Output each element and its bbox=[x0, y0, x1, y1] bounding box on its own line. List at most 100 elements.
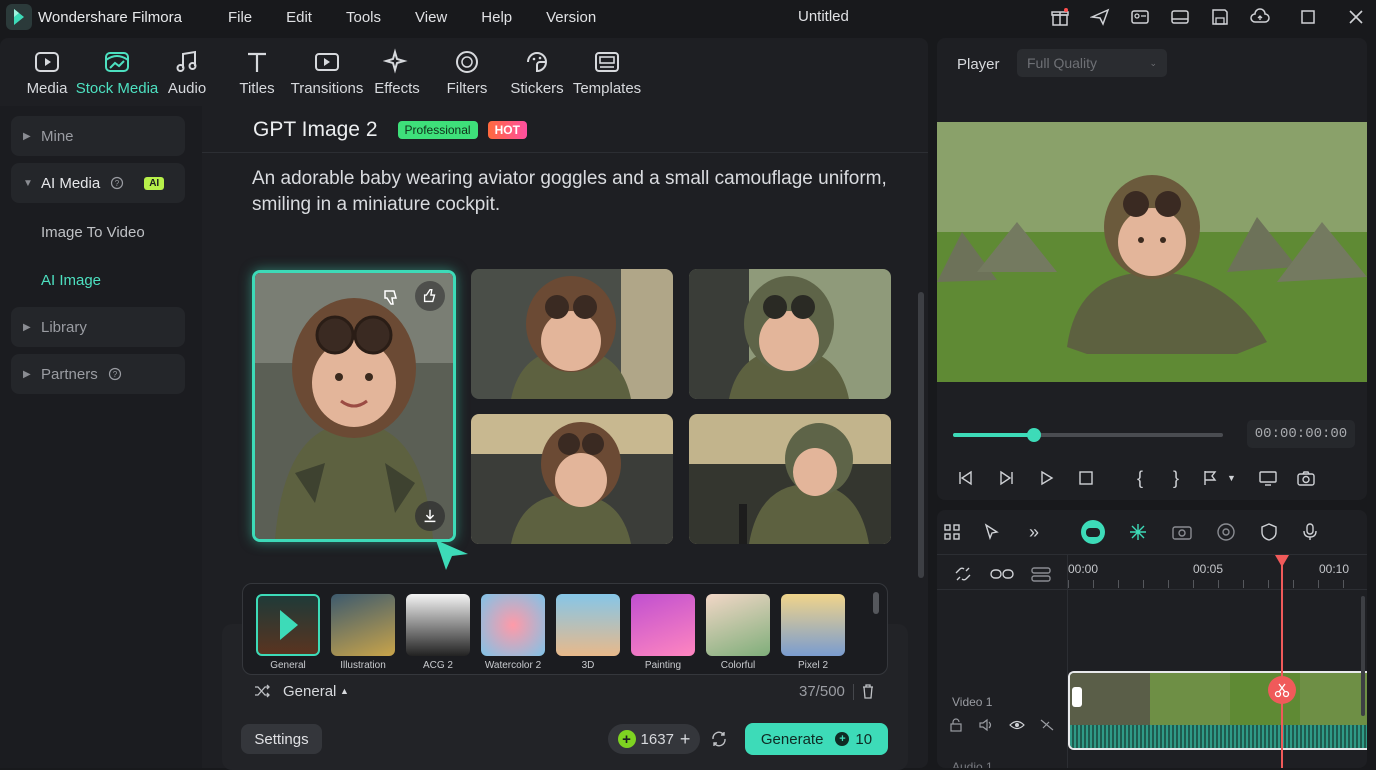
menu-edit[interactable]: Edit bbox=[286, 9, 312, 26]
link-icon[interactable] bbox=[989, 564, 1015, 584]
sidebar-item-mine[interactable]: ▶ Mine bbox=[11, 116, 185, 156]
quality-dropdown[interactable]: Full Quality ⌄ bbox=[1017, 49, 1167, 77]
thumbs-up-icon[interactable] bbox=[415, 281, 445, 311]
refresh-icon[interactable] bbox=[710, 730, 728, 748]
sidebar-item-library[interactable]: ▶ Library bbox=[11, 307, 185, 347]
download-icon[interactable] bbox=[415, 501, 445, 531]
chevron-down-icon[interactable]: ▼ bbox=[1227, 473, 1236, 483]
generated-image-3[interactable] bbox=[689, 269, 891, 399]
credit-coin-icon: + bbox=[835, 732, 850, 746]
menu-bar: File Edit Tools View Help Version bbox=[228, 9, 630, 26]
microphone-icon[interactable] bbox=[1301, 522, 1319, 542]
camera-icon[interactable] bbox=[1171, 523, 1193, 541]
playhead[interactable] bbox=[1281, 555, 1283, 768]
tab-filters[interactable]: Filters bbox=[432, 38, 502, 106]
layout-icon[interactable] bbox=[1160, 0, 1200, 34]
video-clip[interactable] bbox=[1068, 671, 1367, 750]
shield-icon[interactable] bbox=[1259, 522, 1279, 542]
generate-button[interactable]: Generate + 10 bbox=[745, 723, 888, 755]
style-acg-2[interactable]: ACG 2 bbox=[406, 594, 470, 671]
grid-icon[interactable] bbox=[943, 523, 961, 541]
timeline-scrollbar[interactable] bbox=[1361, 596, 1365, 716]
settings-button[interactable]: Settings bbox=[241, 724, 322, 754]
library-panel: Media Stock Media Audio Titles Transitio… bbox=[0, 38, 928, 770]
lock-icon[interactable] bbox=[949, 718, 963, 732]
ai-tools-icon[interactable] bbox=[1127, 522, 1149, 542]
tab-templates[interactable]: Templates bbox=[572, 38, 642, 106]
generated-image-5[interactable] bbox=[689, 414, 891, 544]
tab-stock-media[interactable]: Stock Media bbox=[76, 38, 158, 106]
menu-view[interactable]: View bbox=[415, 9, 447, 26]
tab-media[interactable]: Media bbox=[12, 38, 82, 106]
video-preview[interactable] bbox=[937, 122, 1367, 382]
app-name: Wondershare Filmora bbox=[38, 8, 182, 26]
sidebar-item-partners[interactable]: ▶ Partners ? bbox=[11, 354, 185, 394]
style-pixel-2[interactable]: Pixel 2 bbox=[781, 594, 845, 671]
playback-slider[interactable] bbox=[953, 428, 1223, 442]
previous-frame-icon[interactable] bbox=[957, 469, 975, 487]
play-icon[interactable] bbox=[1037, 469, 1055, 487]
cloud-upload-icon[interactable] bbox=[1240, 0, 1280, 34]
style-picker: General Illustration ACG 2 Watercolor 2 … bbox=[242, 583, 888, 675]
more-tools-icon[interactable]: » bbox=[1029, 522, 1039, 543]
marker-icon[interactable] bbox=[1201, 469, 1219, 487]
menu-version[interactable]: Version bbox=[546, 9, 596, 26]
caret-up-icon[interactable]: ▲ bbox=[340, 686, 349, 696]
menu-help[interactable]: Help bbox=[481, 9, 512, 26]
tab-effects[interactable]: Effects bbox=[362, 38, 432, 106]
scissors-icon[interactable] bbox=[1268, 676, 1296, 704]
sidebar-item-ai-image[interactable]: AI Image bbox=[41, 272, 101, 289]
eye-icon[interactable] bbox=[1009, 718, 1025, 732]
mark-in-icon[interactable]: { bbox=[1137, 468, 1143, 489]
mark-out-icon[interactable]: } bbox=[1173, 468, 1179, 489]
send-icon[interactable] bbox=[1080, 0, 1120, 34]
trash-icon[interactable] bbox=[861, 683, 875, 699]
style-watercolor-2[interactable]: Watercolor 2 bbox=[481, 594, 545, 671]
clip-trim-handle[interactable] bbox=[1072, 687, 1082, 707]
sidebar-item-ai-media[interactable]: ▼ AI Media ? AI bbox=[11, 163, 185, 203]
ruler[interactable] bbox=[1068, 580, 1367, 588]
style-painting[interactable]: Painting bbox=[631, 594, 695, 671]
unlink-icon[interactable] bbox=[953, 564, 973, 584]
sticker-icon[interactable] bbox=[1215, 522, 1237, 542]
gift-icon[interactable] bbox=[1040, 0, 1080, 34]
snapshot-icon[interactable] bbox=[1296, 469, 1316, 487]
close-icon[interactable] bbox=[1336, 0, 1376, 34]
ai-assistant-icon[interactable] bbox=[1081, 520, 1106, 544]
stop-icon[interactable] bbox=[1077, 469, 1095, 487]
account-card-icon[interactable] bbox=[1120, 0, 1160, 34]
hot-badge: HOT bbox=[487, 121, 527, 139]
tab-titles[interactable]: Titles bbox=[222, 38, 292, 106]
tab-stickers[interactable]: Stickers bbox=[502, 38, 572, 106]
generated-image-2[interactable] bbox=[471, 269, 673, 399]
shuffle-icon[interactable] bbox=[254, 684, 270, 698]
media-toolbar: Media Stock Media Audio Titles Transitio… bbox=[0, 38, 928, 106]
chevron-down-icon: ⌄ bbox=[1149, 57, 1157, 68]
menu-file[interactable]: File bbox=[228, 9, 252, 26]
effect-off-icon[interactable] bbox=[1039, 718, 1055, 732]
thumbs-down-icon[interactable] bbox=[377, 283, 405, 311]
sidebar-item-image-to-video[interactable]: Image To Video bbox=[41, 224, 145, 241]
style-select[interactable]: General bbox=[283, 683, 336, 700]
playback-handle[interactable] bbox=[1027, 428, 1041, 442]
style-3d[interactable]: 3D bbox=[556, 594, 620, 671]
select-tool-icon[interactable] bbox=[983, 523, 1003, 541]
style-scrollbar[interactable] bbox=[873, 592, 879, 614]
content-scrollbar[interactable] bbox=[918, 292, 924, 578]
volume-icon[interactable] bbox=[978, 718, 994, 732]
credit-coin-icon: + bbox=[617, 730, 636, 748]
maximize-icon[interactable] bbox=[1280, 0, 1336, 34]
style-illustration[interactable]: Illustration bbox=[331, 594, 395, 671]
generated-image-4[interactable] bbox=[471, 414, 673, 544]
credits-button[interactable]: + 1637 + bbox=[608, 724, 700, 754]
style-general[interactable]: General bbox=[256, 594, 320, 671]
tab-audio[interactable]: Audio bbox=[152, 38, 222, 106]
next-frame-icon[interactable] bbox=[997, 469, 1015, 487]
tab-transitions[interactable]: Transitions bbox=[291, 38, 363, 106]
track-height-icon[interactable] bbox=[1029, 564, 1053, 584]
menu-tools[interactable]: Tools bbox=[346, 9, 381, 26]
style-colorful[interactable]: Colorful bbox=[706, 594, 770, 671]
display-settings-icon[interactable] bbox=[1258, 469, 1278, 487]
generated-image-selected[interactable] bbox=[252, 270, 456, 542]
save-icon[interactable] bbox=[1200, 0, 1240, 34]
